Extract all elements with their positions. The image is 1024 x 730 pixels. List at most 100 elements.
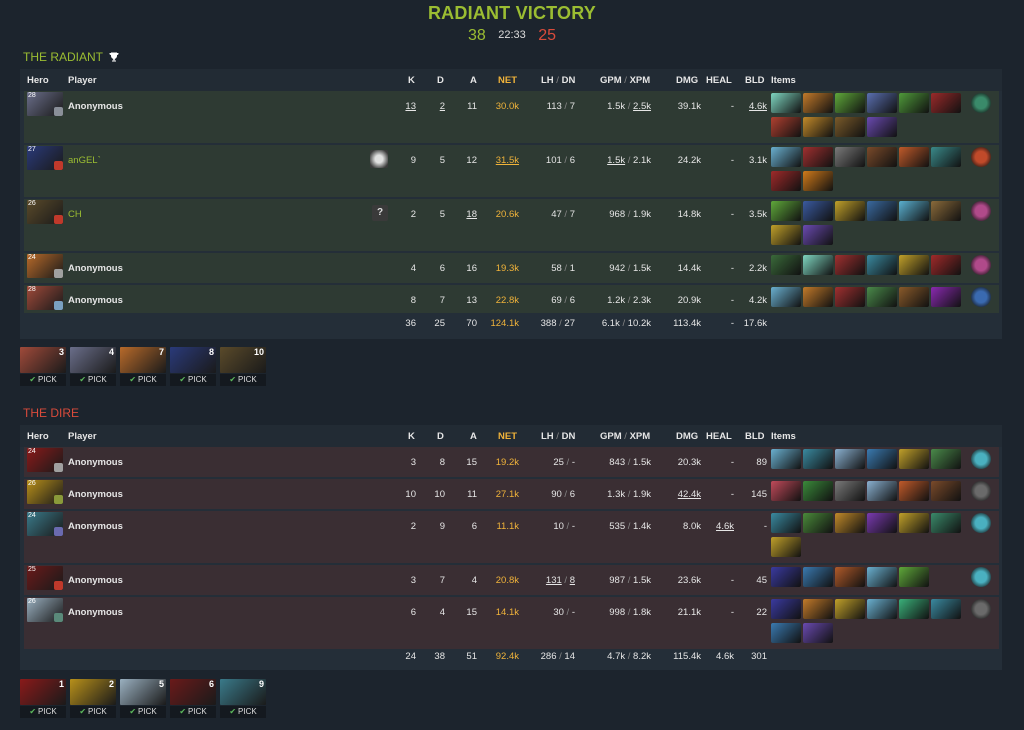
item-icon[interactable] <box>931 255 961 275</box>
item-icon[interactable] <box>803 449 833 469</box>
item-icon[interactable] <box>771 93 801 113</box>
player-name[interactable]: Anonymous <box>68 101 123 112</box>
item-icon[interactable] <box>771 147 801 167</box>
item-icon[interactable] <box>835 201 865 221</box>
item-icon[interactable] <box>867 117 897 137</box>
pick-card[interactable]: 9 ✔ PICK <box>220 679 266 719</box>
item-icon[interactable] <box>931 287 961 307</box>
item-icon[interactable] <box>931 93 961 113</box>
item-icon[interactable] <box>771 449 801 469</box>
item-icon[interactable] <box>771 537 801 557</box>
item-icon[interactable] <box>803 599 833 619</box>
pick-card[interactable]: 10 ✔ PICK <box>220 347 266 387</box>
item-icon[interactable] <box>835 287 865 307</box>
item-icon[interactable] <box>835 599 865 619</box>
item-icon[interactable] <box>899 201 929 221</box>
neutral-item-icon[interactable] <box>971 287 991 307</box>
item-icon[interactable] <box>867 93 897 113</box>
item-icon[interactable] <box>835 93 865 113</box>
player-name[interactable]: Anonymous <box>68 489 123 500</box>
item-icon[interactable] <box>771 201 801 221</box>
item-icon[interactable] <box>899 147 929 167</box>
neutral-item-icon[interactable] <box>971 567 991 587</box>
item-icon[interactable] <box>899 567 929 587</box>
pick-card[interactable]: 2 ✔ PICK <box>70 679 116 719</box>
item-icon[interactable] <box>899 599 929 619</box>
item-icon[interactable] <box>899 255 929 275</box>
item-icon[interactable] <box>899 481 929 501</box>
item-icon[interactable] <box>803 171 833 191</box>
item-icon[interactable] <box>931 599 961 619</box>
item-icon[interactable] <box>835 481 865 501</box>
item-icon[interactable] <box>771 513 801 533</box>
item-icon[interactable] <box>899 449 929 469</box>
item-icon[interactable] <box>803 201 833 221</box>
item-icon[interactable] <box>771 255 801 275</box>
neutral-item-icon[interactable] <box>971 449 991 469</box>
item-icon[interactable] <box>803 225 833 245</box>
pick-card[interactable]: 7 ✔ PICK <box>120 347 166 387</box>
pick-card[interactable]: 6 ✔ PICK <box>170 679 216 719</box>
neutral-item-icon[interactable] <box>971 481 991 501</box>
item-icon[interactable] <box>803 287 833 307</box>
item-icon[interactable] <box>931 147 961 167</box>
neutral-item-icon[interactable] <box>971 513 991 533</box>
player-name[interactable]: CH <box>68 209 82 220</box>
item-icon[interactable] <box>931 449 961 469</box>
item-icon[interactable] <box>835 513 865 533</box>
item-icon[interactable] <box>803 623 833 643</box>
pick-card[interactable]: 1 ✔ PICK <box>20 679 66 719</box>
item-icon[interactable] <box>803 481 833 501</box>
item-icon[interactable] <box>899 287 929 307</box>
item-icon[interactable] <box>867 449 897 469</box>
neutral-item-icon[interactable] <box>971 255 991 275</box>
item-icon[interactable] <box>771 171 801 191</box>
item-icon[interactable] <box>803 255 833 275</box>
item-icon[interactable] <box>931 201 961 221</box>
item-icon[interactable] <box>931 481 961 501</box>
item-icon[interactable] <box>771 287 801 307</box>
item-icon[interactable] <box>867 567 897 587</box>
player-name[interactable]: Anonymous <box>68 263 123 274</box>
item-icon[interactable] <box>867 287 897 307</box>
item-icon[interactable] <box>803 93 833 113</box>
item-icon[interactable] <box>771 225 801 245</box>
neutral-item-icon[interactable] <box>971 147 991 167</box>
item-icon[interactable] <box>867 481 897 501</box>
item-icon[interactable] <box>835 449 865 469</box>
item-icon[interactable] <box>835 567 865 587</box>
item-icon[interactable] <box>771 117 801 137</box>
neutral-item-icon[interactable] <box>971 93 991 113</box>
item-icon[interactable] <box>771 599 801 619</box>
neutral-item-icon[interactable] <box>971 201 991 221</box>
player-name[interactable]: Anonymous <box>68 575 123 586</box>
item-icon[interactable] <box>899 93 929 113</box>
pick-card[interactable]: 4 ✔ PICK <box>70 347 116 387</box>
item-icon[interactable] <box>867 255 897 275</box>
item-icon[interactable] <box>835 147 865 167</box>
item-icon[interactable] <box>931 513 961 533</box>
item-icon[interactable] <box>899 513 929 533</box>
item-icon[interactable] <box>771 481 801 501</box>
item-icon[interactable] <box>803 117 833 137</box>
item-icon[interactable] <box>803 513 833 533</box>
pick-card[interactable]: 5 ✔ PICK <box>120 679 166 719</box>
player-name[interactable]: Anonymous <box>68 607 123 618</box>
item-icon[interactable] <box>803 147 833 167</box>
item-icon[interactable] <box>867 513 897 533</box>
pick-card[interactable]: 3 ✔ PICK <box>20 347 66 387</box>
item-icon[interactable] <box>803 567 833 587</box>
item-icon[interactable] <box>867 147 897 167</box>
item-icon[interactable] <box>867 201 897 221</box>
item-icon[interactable] <box>835 117 865 137</box>
item-icon[interactable] <box>835 255 865 275</box>
player-name[interactable]: Anonymous <box>68 457 123 468</box>
player-name[interactable]: Anonymous <box>68 295 123 306</box>
player-name[interactable]: anGEL` <box>68 155 101 166</box>
item-icon[interactable] <box>771 623 801 643</box>
pick-card[interactable]: 8 ✔ PICK <box>170 347 216 387</box>
neutral-item-icon[interactable] <box>971 599 991 619</box>
item-icon[interactable] <box>867 599 897 619</box>
item-icon[interactable] <box>771 567 801 587</box>
player-name[interactable]: Anonymous <box>68 521 123 532</box>
